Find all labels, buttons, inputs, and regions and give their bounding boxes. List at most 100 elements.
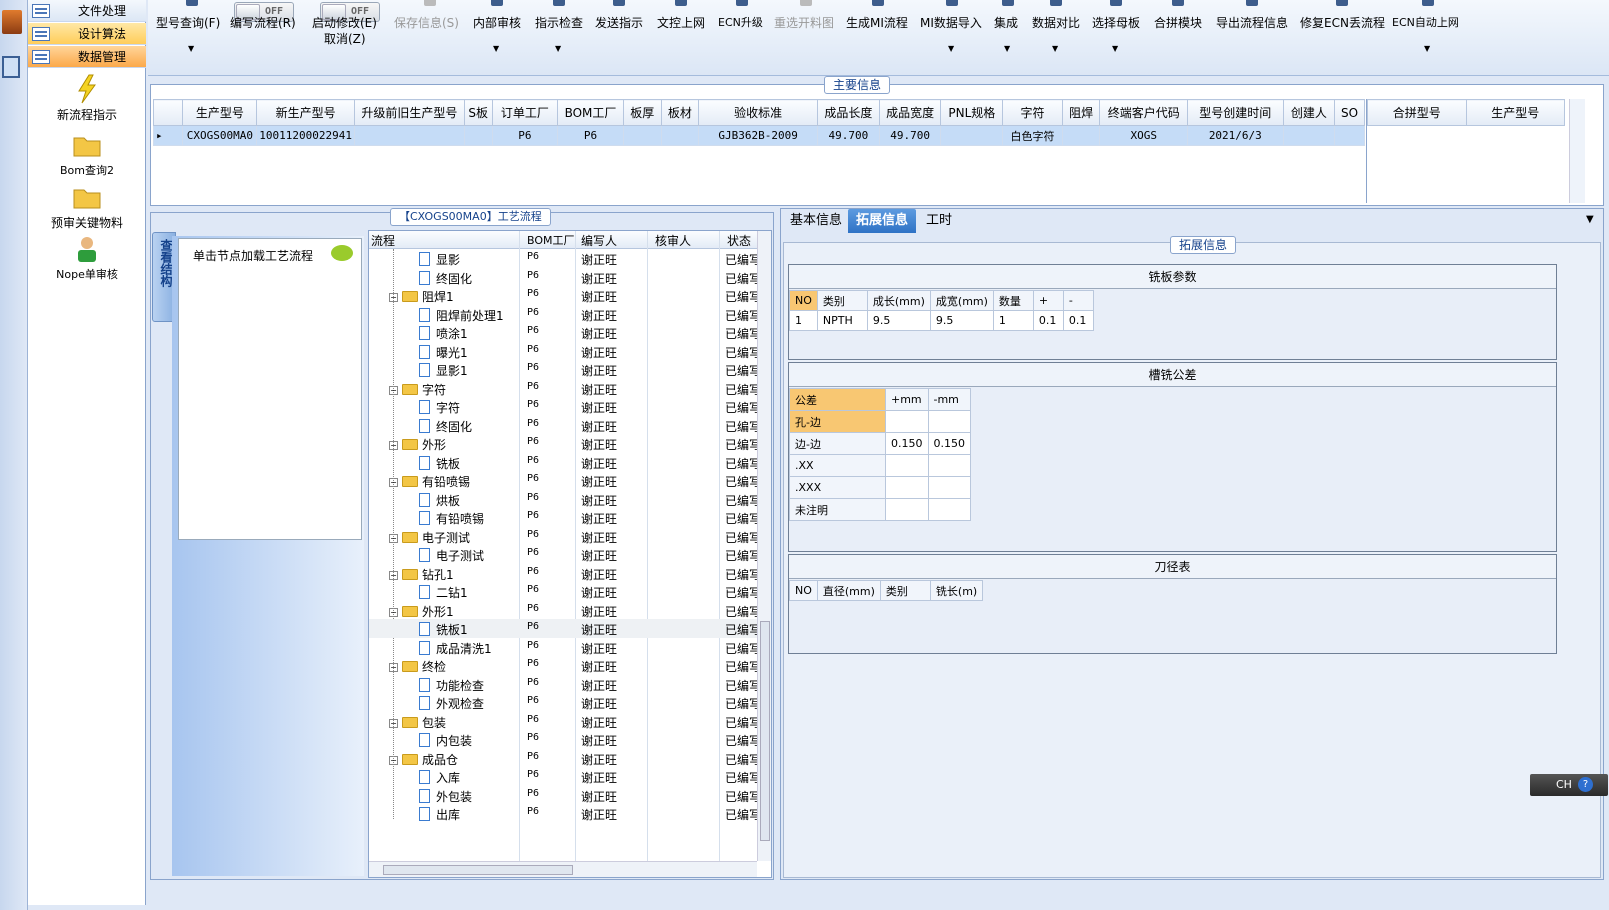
slot-cell[interactable]: 边-边 [789, 432, 886, 455]
table-row[interactable]: ▸ CXOGS00MA0 10011200022941 P6 P6 GJB362B-200… [152, 125, 1365, 146]
slot-cell[interactable]: 0.150 [927, 432, 971, 455]
slot-cell[interactable] [885, 498, 929, 521]
tree-node[interactable]: 终固化 P6 谢正旺 已编写 [369, 416, 759, 435]
slot-row[interactable]: 孔-边 [789, 410, 971, 433]
tree-node[interactable]: 铣板 P6 谢正旺 已编写 [369, 453, 759, 472]
table-cell[interactable]: GJB362B-2009 [698, 125, 819, 146]
slot-cell[interactable]: .XXX [789, 476, 886, 499]
column-header[interactable]: 订单工厂 [491, 99, 559, 126]
collapse-icon[interactable]: − [389, 293, 398, 302]
table-cell[interactable] [1282, 125, 1336, 146]
tree-node[interactable]: − 终检 P6 谢正旺 已编写 [369, 656, 759, 675]
table-cell[interactable]: CXOGS00MA0 [182, 125, 258, 146]
slot-cell[interactable]: 孔-边 [789, 410, 886, 433]
column-header[interactable]: 板材 [660, 99, 700, 126]
slot-row[interactable]: 未注明 [789, 498, 971, 521]
table-cell[interactable] [354, 125, 465, 146]
table-cell[interactable] [660, 125, 700, 146]
collapse-icon[interactable]: − [389, 755, 398, 765]
collapse-icon[interactable]: − [389, 607, 398, 617]
help-icon[interactable]: ? [1578, 777, 1593, 792]
slot-cell[interactable] [885, 476, 929, 499]
cancel-label[interactable]: 取消(Z) [324, 30, 366, 47]
nav-group-file[interactable]: 文件处理 [28, 0, 146, 22]
table-cell[interactable] [622, 125, 662, 146]
column-header[interactable]: PNL规格 [940, 99, 1004, 126]
table-cell[interactable]: XOGS [1099, 125, 1189, 146]
mill-cell[interactable]: 0.1 [1032, 310, 1064, 331]
slot-cell[interactable] [885, 454, 929, 477]
slot-row[interactable]: 边-边 0.150 0.150 [789, 432, 971, 455]
table-cell[interactable]: P6 [557, 125, 624, 146]
mill-cell[interactable]: 9.5 [866, 310, 931, 331]
collapse-icon[interactable]: − [389, 663, 398, 672]
tree-node[interactable]: − 有铅喷锡 P6 谢正旺 已编写 [369, 471, 759, 490]
tree-node[interactable]: 喷涂1 P6 谢正旺 已编写 [369, 323, 759, 342]
tree-node[interactable]: 入库 P6 谢正旺 已编写 [369, 767, 759, 786]
tree-node[interactable]: 外观检查 P6 谢正旺 已编写 [369, 693, 759, 712]
horizontal-scrollbar[interactable] [369, 861, 757, 877]
table-cell[interactable]: 49.700 [817, 125, 880, 146]
slot-row[interactable]: .XX [789, 454, 971, 477]
table-cell[interactable] [940, 125, 1004, 146]
vertical-scrollbar[interactable] [757, 231, 771, 861]
slot-cell[interactable]: .XX [789, 454, 886, 477]
collapse-icon[interactable]: − [389, 478, 398, 487]
slot-cell[interactable] [927, 454, 971, 477]
tab-work-hours[interactable]: 工时 [918, 209, 960, 233]
tab-basic-info[interactable]: 基本信息 [782, 209, 850, 233]
collapse-icon[interactable]: − [389, 441, 398, 450]
tree-node[interactable]: 成品清洗1 P6 谢正旺 已编写 [369, 638, 759, 657]
table-cell[interactable]: 10011200022941 [256, 125, 356, 146]
collapse-icon[interactable]: − [389, 385, 398, 395]
tab-menu-icon[interactable]: ▼ [1586, 214, 1594, 225]
tree-node[interactable]: − 字符 P6 谢正旺 已编写 [369, 379, 759, 398]
tree-node[interactable]: 电子测试 P6 谢正旺 已编写 [369, 545, 759, 564]
collapse-icon[interactable]: − [389, 570, 398, 580]
tab-extended-info[interactable]: 拓展信息 [848, 209, 917, 233]
tree-node[interactable]: 烘板 P6 谢正旺 已编写 [369, 490, 759, 509]
tree-node[interactable]: − 成品仓 P6 谢正旺 已编写 [369, 749, 759, 768]
nav-item-pre-review[interactable]: 预审关键物料 [28, 182, 146, 231]
table-cell[interactable] [1334, 125, 1365, 146]
tree-node[interactable]: 有铅喷锡 P6 谢正旺 已编写 [369, 508, 759, 527]
table-cell[interactable]: 49.700 [878, 125, 942, 146]
slot-cell[interactable] [927, 498, 971, 521]
tree-node[interactable]: 功能检查 P6 谢正旺 已编写 [369, 675, 759, 694]
table-cell[interactable]: 白色字符 [1002, 125, 1063, 146]
column-header[interactable]: 阻焊 [1061, 99, 1101, 126]
column-header[interactable]: 生产型号 [182, 99, 258, 126]
ime-bar[interactable]: CH ? [1530, 774, 1608, 796]
column-header[interactable]: SO [1334, 99, 1365, 126]
tool-icon[interactable] [2, 56, 20, 78]
column-header[interactable]: 新生产型号 [256, 99, 356, 126]
column-header[interactable]: 板厚 [622, 99, 662, 126]
slot-row[interactable]: .XXX [789, 476, 971, 499]
tree-node[interactable]: 阻焊前处理1 P6 谢正旺 已编写 [369, 305, 759, 324]
scrollbar[interactable] [1569, 99, 1585, 203]
slot-cell[interactable]: 0.150 [885, 432, 929, 455]
slot-cell[interactable]: 未注明 [789, 498, 886, 521]
tree-node[interactable]: − 包装 P6 谢正旺 已编写 [369, 712, 759, 731]
tree-node[interactable]: 出库 P6 谢正旺 已编写 [369, 804, 759, 823]
tree-node[interactable]: − 电子测试 P6 谢正旺 已编写 [369, 527, 759, 546]
start-modify-label[interactable]: 启动修改(E) [312, 14, 377, 31]
nav-item-new-flow[interactable]: 新流程指示 [28, 74, 146, 123]
hint-box[interactable]: 单击节点加载工艺流程 [178, 238, 362, 540]
column-header[interactable]: 创建人 [1282, 99, 1336, 126]
collapse-icon[interactable]: − [389, 533, 398, 543]
column-header[interactable]: 型号创建时间 [1187, 99, 1284, 126]
column-header[interactable]: 验收标准 [698, 99, 819, 126]
tree-node[interactable]: 内包装 P6 谢正旺 已编写 [369, 730, 759, 749]
tree-node[interactable]: 铣板1 P6 谢正旺 已编写 [369, 619, 759, 638]
table-cell[interactable]: 2021/6/3 [1187, 125, 1284, 146]
tree-node[interactable]: 二钻1 P6 谢正旺 已编写 [369, 582, 759, 601]
column-header[interactable]: 终端客户代码 [1099, 99, 1189, 126]
tree-node[interactable]: − 外形 P6 谢正旺 已编写 [369, 434, 759, 453]
column-header[interactable]: 成品长度 [817, 99, 880, 126]
mill-cell[interactable]: 0.1 [1062, 310, 1094, 331]
slot-cell[interactable] [927, 476, 971, 499]
tree-node[interactable]: 显影1 P6 谢正旺 已编写 [369, 360, 759, 379]
mill-cell[interactable]: 9.5 [929, 310, 994, 331]
tree-node[interactable]: 终固化 P6 谢正旺 已编写 [369, 268, 759, 287]
